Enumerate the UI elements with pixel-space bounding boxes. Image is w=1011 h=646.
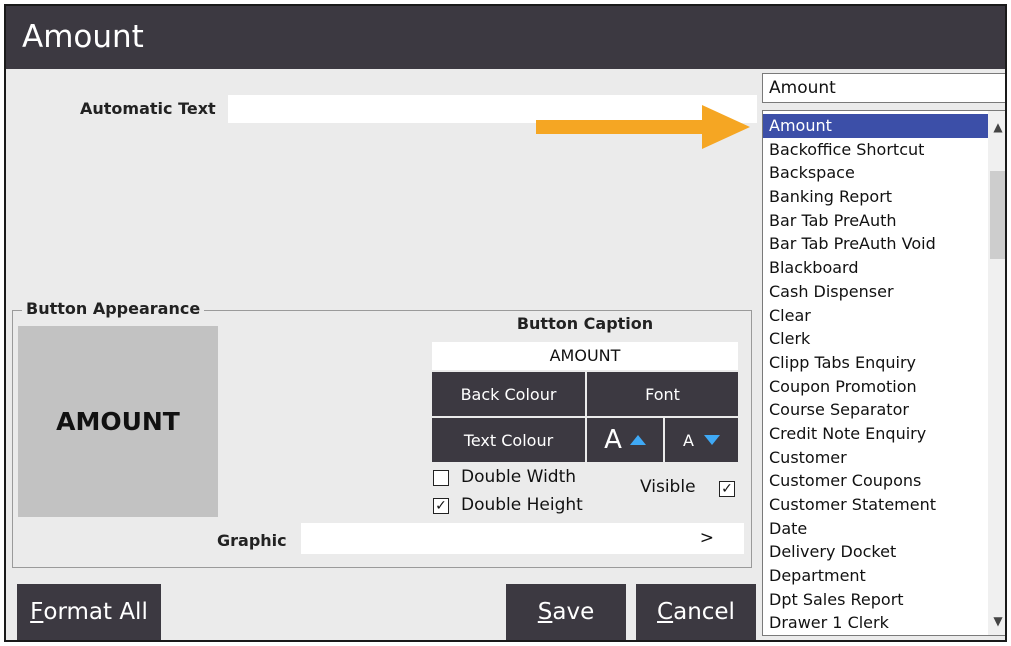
format-all-label: ormat All <box>43 599 148 625</box>
arrow-down-icon <box>703 435 720 445</box>
button-appearance-legend: Button Appearance <box>22 299 205 318</box>
list-item[interactable]: Course Separator <box>763 398 989 422</box>
list-item[interactable]: Bar Tab PreAuth <box>763 209 989 233</box>
button-caption-input[interactable]: AMOUNT <box>432 342 738 370</box>
scroll-up-icon[interactable]: ▲ <box>988 117 1005 137</box>
double-height-label: Double Height <box>461 495 583 515</box>
cancel-button[interactable]: Cancel <box>636 584 756 640</box>
save-button[interactable]: Save <box>506 584 626 640</box>
cancel-label: ancel <box>673 599 735 625</box>
list-item[interactable]: Credit Note Enquiry <box>763 422 989 446</box>
graphic-input[interactable]: > <box>301 523 744 554</box>
automatic-text-label: Automatic Text <box>80 99 216 118</box>
dialog-window: Amount Automatic Text Amount Amount Backo… <box>4 4 1007 642</box>
font-size-increase-button[interactable]: A <box>587 418 663 462</box>
format-all-button[interactable]: Format All <box>17 584 161 640</box>
list-item[interactable]: Dpt Sales Report <box>763 588 989 612</box>
button-caption-label: Button Caption <box>516 314 654 333</box>
list-item[interactable]: Clerk <box>763 327 989 351</box>
list-item[interactable]: Clear <box>763 304 989 328</box>
list-item[interactable]: Drawer 1 Clerk <box>763 611 989 635</box>
list-item[interactable]: Customer Coupons <box>763 469 989 493</box>
list-item[interactable]: Blackboard <box>763 256 989 280</box>
function-combo[interactable]: Amount <box>762 73 1005 103</box>
list-scrollbar[interactable]: ▲ ▼ <box>988 111 1005 635</box>
window-title: Amount <box>6 6 1005 69</box>
list-item[interactable]: Customer Statement <box>763 493 989 517</box>
save-accel: S <box>537 599 553 625</box>
text-colour-button[interactable]: Text Colour <box>432 418 585 462</box>
double-width-label: Double Width <box>461 467 577 487</box>
scroll-down-icon[interactable]: ▼ <box>988 611 1005 631</box>
list-item[interactable]: Coupon Promotion <box>763 375 989 399</box>
font-size-decrease-button[interactable]: A <box>665 418 738 462</box>
visible-checkbox[interactable]: ✓ <box>719 481 735 497</box>
list-item[interactable]: Backoffice Shortcut <box>763 138 989 162</box>
font-small-glyph: A <box>683 430 694 450</box>
graphic-label: Graphic <box>217 531 287 550</box>
list-item[interactable]: Bar Tab PreAuth Void <box>763 232 989 256</box>
list-item[interactable]: Date <box>763 517 989 541</box>
function-listbox[interactable]: Amount Backoffice Shortcut Backspace Bankin… <box>762 110 1005 636</box>
font-button[interactable]: Font <box>587 372 738 416</box>
list-item[interactable]: Clipp Tabs Enquiry <box>763 351 989 375</box>
format-all-accel: F <box>30 599 44 625</box>
list-item[interactable]: Department <box>763 564 989 588</box>
scroll-thumb[interactable] <box>990 171 1005 259</box>
function-list-items: Amount Backoffice Shortcut Backspace Bankin… <box>763 114 989 635</box>
cancel-accel: C <box>657 599 674 625</box>
list-item[interactable]: Delivery Docket <box>763 540 989 564</box>
list-item[interactable]: Amount <box>763 114 989 138</box>
save-label: ave <box>552 599 595 625</box>
list-item[interactable]: Customer <box>763 446 989 470</box>
font-large-glyph: A <box>604 425 622 455</box>
back-colour-button[interactable]: Back Colour <box>432 372 585 416</box>
graphic-browse-button[interactable]: > <box>700 528 714 548</box>
visible-label: Visible <box>640 477 696 497</box>
double-height-checkbox[interactable]: ✓ <box>433 498 449 514</box>
double-width-checkbox[interactable] <box>433 470 449 486</box>
arrow-indicator <box>536 105 750 149</box>
list-item[interactable]: Cash Dispenser <box>763 280 989 304</box>
list-item[interactable]: Banking Report <box>763 185 989 209</box>
button-preview: AMOUNT <box>18 326 218 517</box>
arrow-up-icon <box>629 435 646 445</box>
list-item[interactable]: Backspace <box>763 161 989 185</box>
